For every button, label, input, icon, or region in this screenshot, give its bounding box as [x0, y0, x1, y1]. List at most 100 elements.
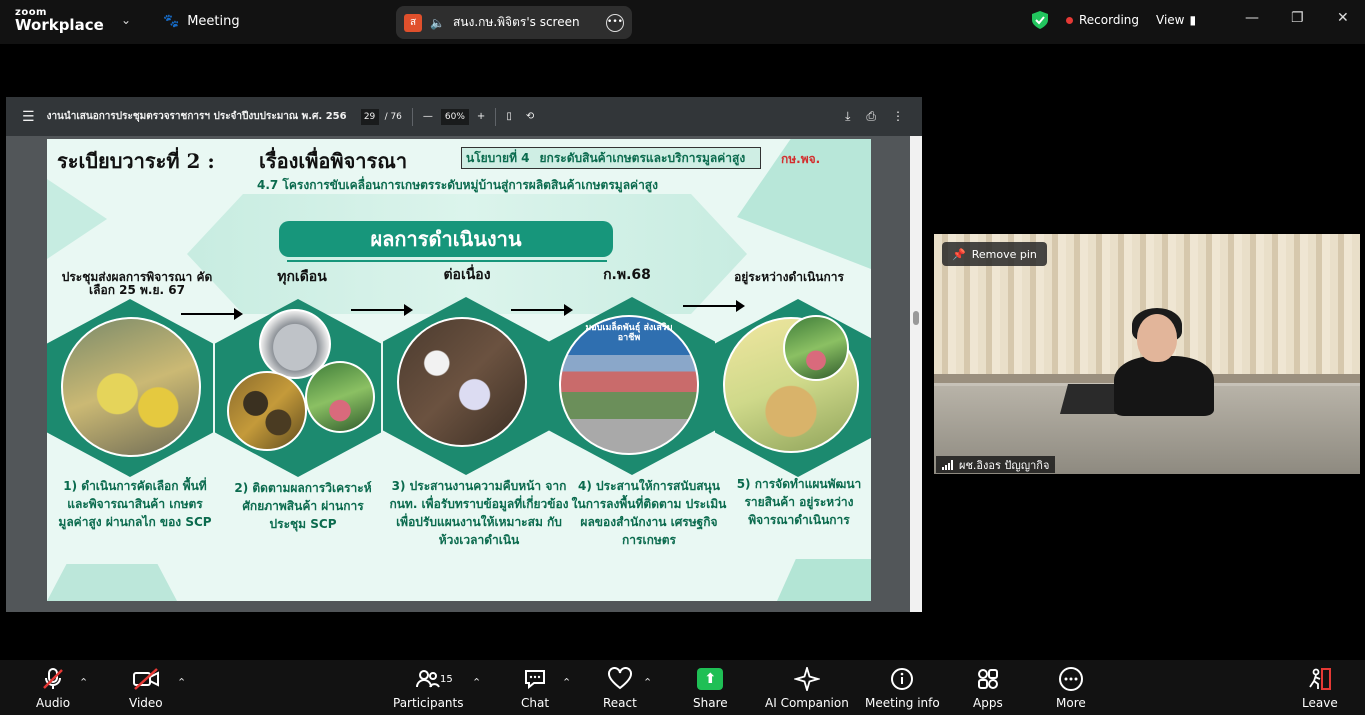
slide-decoration [777, 559, 871, 601]
remove-pin-button[interactable]: 📌 Remove pin [942, 242, 1047, 266]
minimize-icon[interactable]: — [1245, 10, 1259, 26]
apps-button[interactable]: Apps [973, 666, 1003, 710]
slide-decoration [47, 564, 177, 601]
chat-button[interactable]: Chat [521, 666, 549, 710]
fit-page-icon[interactable]: ▯ [506, 111, 512, 122]
zoom-level-input[interactable]: 60% [440, 108, 469, 125]
agency-label: กษ.พจ. [781, 152, 821, 166]
zoom-in-icon[interactable]: + [477, 111, 485, 122]
participant-name-tag: ผช.อิงอร ปัญญากิจ [936, 456, 1056, 473]
ai-companion-label: AI Companion [765, 696, 849, 710]
pdf-toolbar: ☰ งานนำเสนอการประชุมตรวจราชการฯ ประจำปีง… [6, 97, 922, 136]
print-icon[interactable]: ⎙ [866, 109, 876, 124]
restore-icon[interactable]: ❐ [1291, 10, 1304, 26]
security-shield-icon[interactable] [1032, 11, 1048, 29]
page-number-input[interactable]: 29 [360, 108, 379, 125]
audio-button[interactable]: Audio [36, 666, 70, 710]
title-bar: zoom Workplace ⌄ 🐾 Meeting ส 🔈 สนง.กษ.พิ… [0, 0, 1365, 44]
slide-decoration [47, 179, 107, 259]
recording-dot-icon [1066, 16, 1073, 24]
audio-label: Audio [36, 696, 71, 710]
insects-photo [227, 371, 307, 451]
view-layout-icon: ▮ [1189, 13, 1197, 27]
sparkle-icon [793, 666, 820, 692]
plant-photo [305, 361, 375, 433]
video-person-head [1137, 314, 1177, 362]
meeting-info-button[interactable]: Meeting info [865, 666, 940, 710]
more-button[interactable]: More [1056, 666, 1086, 710]
chat-chevron-up-icon[interactable]: ⌃ [562, 676, 571, 689]
banner-underline [287, 260, 607, 262]
sharer-avatar: ส [404, 13, 422, 32]
video-options-chevron-up-icon[interactable]: ⌃ [177, 676, 186, 689]
microphone-muted-icon [41, 666, 65, 692]
react-button[interactable]: React [603, 666, 637, 710]
audio-options-chevron-up-icon[interactable]: ⌃ [79, 676, 88, 689]
rotate-icon[interactable]: ⟲ [526, 111, 534, 122]
toolbar-divider [495, 107, 497, 126]
view-button[interactable]: View ▮ [1156, 13, 1196, 27]
leave-icon [1307, 666, 1333, 692]
paw-icon: 🐾 [163, 14, 180, 29]
step-2-head: ทุกเดือน [277, 269, 327, 285]
recording-indicator[interactable]: Recording [1066, 13, 1139, 27]
meeting-toolbar: Audio ⌃ Video ⌃ Participants 15 ⌃ Chat ⌃… [0, 660, 1365, 715]
remove-pin-label: Remove pin [971, 247, 1037, 261]
participants-chevron-up-icon[interactable]: ⌃ [472, 676, 481, 689]
pdf-scrollbar[interactable] [910, 136, 922, 612]
arrow-right-icon [181, 308, 243, 320]
pdf-title: งานนำเสนอการประชุมตรวจราชการฯ ประจำปีงบป… [46, 111, 347, 122]
step-2-desc: 2) ติดตามผลการวิเคราะห์ ศักยภาพสินค้า ผ่… [234, 481, 372, 531]
menu-icon[interactable]: ☰ [22, 109, 35, 125]
more-label: More [1056, 696, 1086, 710]
pin-icon: 📌 [952, 247, 966, 261]
step-1-head: ประชุมส่งผลการพิจารณา คัดเลือก 25 พ.ย. 6… [61, 270, 213, 297]
toolbar-divider [411, 107, 413, 126]
meeting-label: Meeting [187, 14, 240, 29]
arrow-right-icon [683, 300, 745, 312]
pdf-viewer: ☰ งานนำเสนอการประชุมตรวจราชการฯ ประจำปีง… [6, 97, 922, 612]
share-button[interactable]: ⬆ Share [693, 666, 728, 710]
more-options-icon[interactable]: ••• [606, 13, 624, 32]
participants-button[interactable]: Participants [393, 666, 464, 710]
scrollbar-thumb[interactable] [913, 311, 919, 325]
arrow-right-icon [351, 304, 413, 316]
share-title: สนง.กษ.พิจิตร's screen [452, 15, 580, 29]
meeting-menu[interactable]: 🐾 Meeting [163, 14, 240, 29]
ai-companion-button[interactable]: AI Companion [765, 666, 849, 710]
video-off-icon [132, 666, 160, 692]
leave-button[interactable]: Leave [1302, 666, 1338, 710]
info-icon [890, 666, 914, 692]
chat-label: Chat [521, 696, 550, 710]
leave-label: Leave [1302, 696, 1338, 710]
policy-number: นโยบายที่ 4 [466, 150, 530, 165]
agenda-title: ระเบียบวาระที่ 2 : [57, 149, 215, 173]
share-label: Share [693, 696, 728, 710]
step-5-desc: 5) การจัดทำแผนพัฒนา รายสินค้า อยู่ระหว่า… [736, 477, 862, 527]
participants-count: 15 [440, 674, 453, 685]
screen-share-indicator[interactable]: ส 🔈 สนง.กษ.พิจิตร's screen ••• [396, 6, 632, 39]
chevron-down-icon[interactable]: ⌄ [121, 13, 131, 27]
more-horizontal-icon [1058, 666, 1084, 692]
participant-video[interactable]: 📌 Remove pin ผช.อิงอร ปัญญากิจ [934, 234, 1360, 474]
more-vert-icon[interactable]: ⋮ [892, 109, 904, 124]
video-button[interactable]: Video [129, 666, 163, 710]
meeting-info-label: Meeting info [865, 696, 940, 710]
apps-label: Apps [973, 696, 1003, 710]
page-total: / 76 [384, 111, 402, 122]
step-3-desc: 3) ประสานงานความคืบหน้า จาก กนท. เพื่อรั… [389, 479, 569, 547]
step-1-desc: 1) ดำเนินการคัดเลือก พื้นที่และพิจารณาสิ… [58, 479, 212, 529]
react-label: React [603, 696, 637, 710]
download-icon[interactable]: ⤓ [845, 109, 850, 124]
chat-icon [523, 666, 547, 692]
logo-line2: Workplace [15, 16, 104, 34]
react-chevron-up-icon[interactable]: ⌃ [643, 676, 652, 689]
close-icon[interactable]: ✕ [1337, 10, 1349, 26]
desk-work-photo [397, 317, 527, 447]
signal-bars-icon [942, 459, 953, 470]
zoom-out-icon[interactable]: — [423, 111, 433, 122]
group-photo-caption: มอบเมล็ดพันธุ์ ส่งเสริมอาชีพ [585, 323, 673, 343]
arrow-right-icon [511, 304, 573, 316]
participants-label: Participants [393, 696, 464, 710]
speaker-icon: 🔈 [430, 15, 445, 30]
